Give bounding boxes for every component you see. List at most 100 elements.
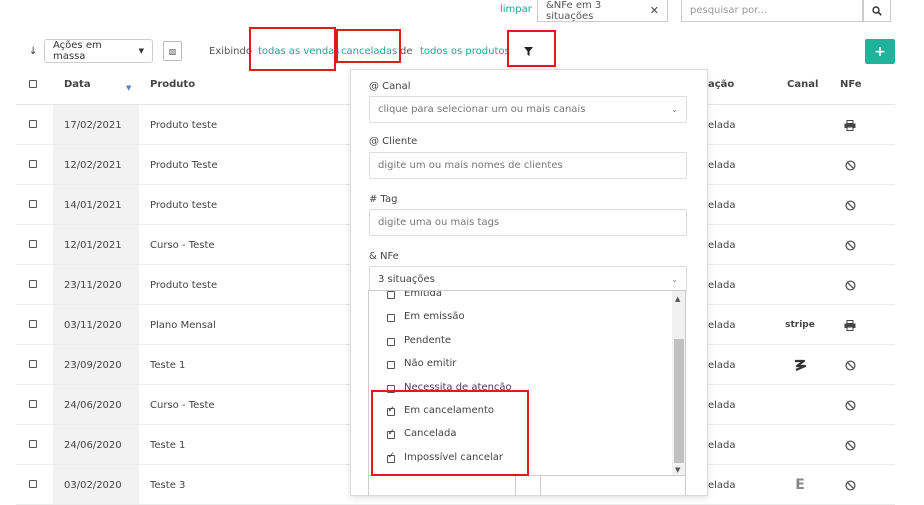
caret-down-icon: ▼ [138, 47, 144, 55]
nfe-option[interactable]: Pendente [369, 331, 669, 353]
product-name[interactable]: Curso - Teste [150, 240, 215, 251]
row-checkbox[interactable] [29, 400, 37, 408]
nfe-cell[interactable] [842, 278, 858, 292]
nfe-cell[interactable] [842, 358, 858, 372]
row-checkbox[interactable] [29, 120, 37, 128]
product-name[interactable]: Teste 3 [150, 480, 185, 491]
sale-date: 23/11/2020 [64, 280, 122, 291]
nfe-option[interactable]: Não emitir [369, 354, 669, 376]
search-button[interactable] [863, 0, 891, 22]
close-icon[interactable]: ✕ [650, 4, 659, 17]
e-logo-icon: E [795, 477, 805, 493]
blocked-icon[interactable] [844, 199, 856, 211]
printer-icon[interactable] [844, 119, 856, 131]
row-checkbox[interactable] [29, 360, 37, 368]
printer-icon[interactable] [844, 319, 856, 331]
sale-status: elada [708, 240, 736, 251]
nfe-option-checkbox[interactable] [387, 337, 395, 346]
product-name[interactable]: Produto teste [150, 120, 217, 131]
add-sale-button[interactable]: + [865, 39, 895, 64]
nfe-option-checkbox[interactable] [387, 291, 395, 299]
select-all-checkbox[interactable] [29, 80, 37, 88]
tag-input[interactable]: digite uma ou mais tags [369, 209, 687, 236]
divider [540, 476, 541, 496]
blocked-icon[interactable] [844, 479, 856, 491]
row-checkbox[interactable] [29, 320, 37, 328]
nfe-option[interactable]: Emitida [369, 290, 669, 306]
product-name[interactable]: Plano Mensal [150, 320, 216, 331]
clear-filters-link[interactable]: limpar [500, 4, 532, 15]
nfe-select[interactable]: 3 situações ⌄ [369, 266, 687, 293]
all-products-filter-link[interactable]: todos os produtos [420, 46, 510, 57]
blocked-icon[interactable] [844, 359, 856, 371]
scrollbar-thumb[interactable] [674, 339, 684, 463]
scroll-up-icon[interactable]: ▲ [675, 295, 680, 303]
nfe-cell[interactable] [842, 238, 858, 252]
sale-date: 23/09/2020 [64, 360, 122, 371]
column-header-status[interactable]: ação [708, 79, 734, 90]
scroll-down-icon[interactable]: ▼ [675, 466, 680, 474]
nfe-option-checkbox[interactable] [387, 314, 395, 323]
row-checkbox[interactable] [29, 280, 37, 288]
sale-date: 14/01/2021 [64, 200, 122, 211]
sale-date: 12/02/2021 [64, 160, 122, 171]
sort-direction-icon[interactable]: ↓ [29, 46, 37, 57]
client-input[interactable]: digite um ou mais nomes de clientes [369, 152, 687, 179]
channel-cell [782, 395, 818, 415]
row-checkbox[interactable] [29, 160, 37, 168]
column-header-channel[interactable]: Canal [787, 79, 818, 90]
bulk-actions-dropdown[interactable]: Ações em massa ▼ [44, 39, 153, 63]
search-input[interactable] [681, 0, 863, 22]
row-checkbox[interactable] [29, 440, 37, 448]
tag-filter-label: # Tag [369, 194, 398, 205]
nfe-cell[interactable] [842, 158, 858, 172]
nfe-cell[interactable] [842, 438, 858, 452]
client-filter-label: @ Cliente [369, 136, 418, 147]
nfe-option-checkbox[interactable] [387, 361, 395, 370]
sale-status: elada [708, 160, 736, 171]
highlight-box [336, 29, 401, 63]
product-name[interactable]: Curso - Teste [150, 400, 215, 411]
column-header-product[interactable]: Produto [150, 79, 195, 90]
channel-select-placeholder: clique para selecionar um ou mais canais [378, 104, 586, 115]
blocked-icon[interactable] [844, 159, 856, 171]
blocked-icon[interactable] [844, 439, 856, 451]
channel-cell [782, 275, 818, 295]
row-checkbox[interactable] [29, 480, 37, 488]
tag-input-placeholder: digite uma ou mais tags [378, 217, 500, 228]
product-name[interactable]: Produto teste [150, 200, 217, 211]
nfe-option-label: Em emissão [404, 311, 465, 323]
product-name[interactable]: Teste 1 [150, 440, 185, 451]
nfe-option-label: Pendente [404, 334, 452, 346]
scrollbar[interactable]: ▲ ▼ [672, 291, 685, 475]
nfe-select-value: 3 situações [378, 274, 435, 285]
blocked-icon[interactable] [844, 399, 856, 411]
blocked-icon[interactable] [844, 279, 856, 291]
nfe-cell[interactable] [842, 198, 858, 212]
blocked-icon[interactable] [844, 239, 856, 251]
column-header-date[interactable]: Data [64, 79, 91, 90]
active-filter-chip[interactable]: &NFe em 3 situações ✕ [537, 0, 668, 22]
nfe-option-label: Não emitir [404, 358, 457, 370]
product-name[interactable]: Teste 1 [150, 360, 185, 371]
nfe-option[interactable]: Em emissão [369, 307, 669, 329]
sale-status: elada [708, 200, 736, 211]
nfe-cell[interactable] [842, 398, 858, 412]
product-name[interactable]: Produto Teste [150, 160, 218, 171]
channel-select[interactable]: clique para selecionar um ou mais canais… [369, 96, 687, 123]
product-name[interactable]: Produto teste [150, 280, 217, 291]
nfe-cell[interactable] [842, 118, 858, 132]
sale-status: elada [708, 120, 736, 131]
sale-status: elada [708, 360, 736, 371]
sort-desc-icon[interactable]: ▼ [126, 84, 131, 92]
export-excel-button[interactable]: ▧ [163, 41, 182, 61]
panel-footer [368, 476, 686, 496]
bulk-actions-label: Ações em massa [53, 40, 102, 62]
nfe-cell[interactable] [842, 318, 858, 332]
nfe-cell[interactable] [842, 478, 858, 492]
column-header-nfe[interactable]: NFe [840, 79, 862, 90]
nfe-option-label: Emitida [404, 290, 443, 299]
channel-cell [782, 115, 818, 135]
row-checkbox[interactable] [29, 240, 37, 248]
row-checkbox[interactable] [29, 200, 37, 208]
